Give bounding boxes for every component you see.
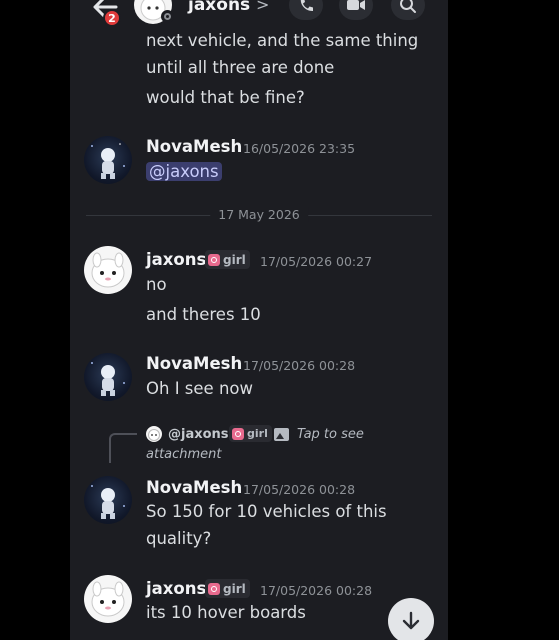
message-timestamp: 17/05/2026 00:28 bbox=[243, 358, 356, 373]
tag-icon bbox=[208, 582, 220, 595]
avatar[interactable] bbox=[84, 353, 132, 401]
status-icon bbox=[161, 10, 174, 23]
message-timestamp: 16/05/2026 23:35 bbox=[243, 141, 356, 156]
avatar[interactable] bbox=[84, 136, 132, 184]
message-author[interactable]: jaxons bbox=[146, 250, 206, 269]
message-author[interactable]: NovaMesh bbox=[146, 137, 242, 156]
avatar[interactable] bbox=[84, 246, 132, 294]
reply-author[interactable]: @jaxons bbox=[168, 427, 229, 442]
user-tag-label: girl bbox=[247, 427, 268, 440]
message-line: So 150 for 10 vehicles of this bbox=[146, 502, 387, 521]
message-line: its 10 hover boards bbox=[146, 603, 306, 622]
chat-screen: 2 jaxons > next vehicle, and the same th… bbox=[70, 0, 448, 640]
tag-icon bbox=[232, 427, 244, 440]
video-icon[interactable] bbox=[339, 0, 373, 20]
message-line: would that be fine? bbox=[146, 88, 305, 107]
date-divider-label: 17 May 2026 bbox=[210, 207, 308, 222]
channel-name[interactable]: jaxons bbox=[188, 0, 250, 15]
message-line: Oh I see now bbox=[146, 379, 253, 398]
avatar[interactable] bbox=[84, 476, 132, 524]
message-author[interactable]: NovaMesh bbox=[146, 478, 242, 497]
avatar[interactable] bbox=[84, 575, 132, 623]
user-tag[interactable]: girl bbox=[229, 425, 272, 442]
arrow-down-icon bbox=[402, 611, 420, 630]
reply-attachment-text[interactable]: Tap to see bbox=[297, 427, 364, 442]
message-timestamp: 17/05/2026 00:28 bbox=[243, 482, 356, 497]
user-mention[interactable]: @jaxons bbox=[146, 162, 222, 181]
phone-icon[interactable] bbox=[289, 0, 323, 20]
user-tag[interactable]: girl bbox=[205, 579, 250, 598]
tag-icon bbox=[208, 253, 220, 266]
message-timestamp: 17/05/2026 00:28 bbox=[260, 583, 373, 598]
reply-attachment-text[interactable]: attachment bbox=[146, 447, 222, 462]
message-line: no bbox=[146, 275, 167, 294]
reply-avatar bbox=[146, 426, 162, 442]
message-author[interactable]: NovaMesh bbox=[146, 354, 242, 373]
scroll-to-bottom-button[interactable] bbox=[388, 598, 434, 640]
image-icon bbox=[274, 428, 289, 441]
user-tag-label: girl bbox=[223, 252, 246, 267]
message-line: quality? bbox=[146, 529, 212, 548]
user-tag[interactable]: girl bbox=[205, 250, 250, 269]
chevron-right-icon[interactable]: > bbox=[256, 0, 269, 14]
message-timestamp: 17/05/2026 00:27 bbox=[260, 254, 373, 269]
unread-badge: 2 bbox=[103, 9, 121, 27]
search-icon[interactable] bbox=[391, 0, 425, 20]
reply-connector bbox=[109, 433, 137, 463]
message-line: and theres 10 bbox=[146, 305, 261, 324]
message-author[interactable]: jaxons bbox=[146, 579, 206, 598]
message-line: next vehicle, and the same thing bbox=[146, 31, 419, 50]
message-line: until all three are done bbox=[146, 58, 335, 77]
user-tag-label: girl bbox=[223, 581, 246, 596]
